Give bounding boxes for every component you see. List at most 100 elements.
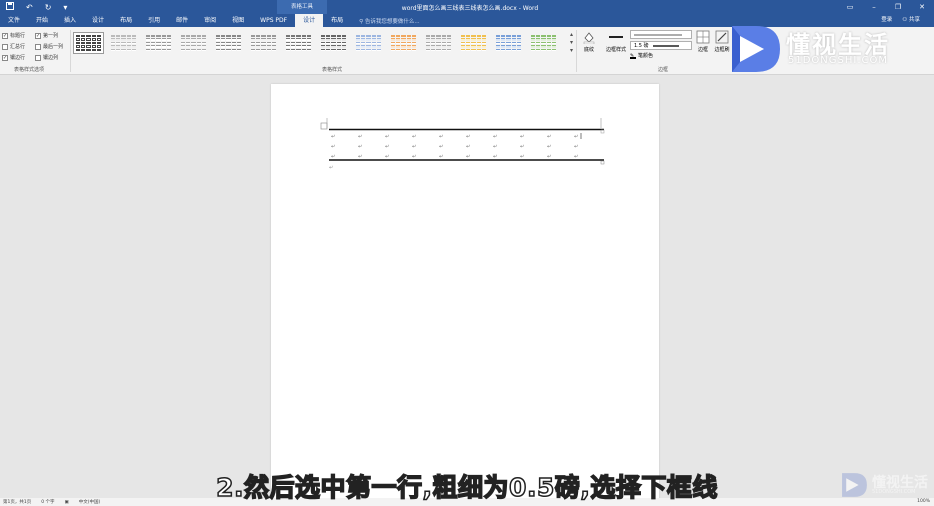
cell-end-mark[interactable]: ↵ [547, 134, 551, 140]
tab-table-layout[interactable]: 布局 [323, 14, 351, 27]
cell-end-mark[interactable]: ↵ [466, 154, 470, 160]
cell-end-mark[interactable]: ↵ [358, 144, 362, 150]
divider [70, 30, 71, 72]
pen-weight-dropdown[interactable]: 1.5 磅 [630, 41, 692, 50]
cell-end-mark[interactable]: ↵ [331, 134, 335, 140]
cell-end-mark[interactable]: ↵ [331, 144, 335, 150]
cell-end-mark[interactable]: ↵ [520, 144, 524, 150]
checkbox-banded-columns[interactable] [35, 54, 41, 61]
cell-end-mark[interactable]: ↵ [412, 134, 416, 140]
cell-end-mark[interactable]: ↵ [439, 144, 443, 150]
tab-mailings[interactable]: 邮件 [168, 14, 196, 27]
tab-wps-pdf[interactable]: WPS PDF [252, 14, 295, 27]
table-style-thumbnail[interactable] [248, 32, 279, 54]
cell-end-mark[interactable]: ↵ [520, 134, 524, 140]
gallery-more-icon[interactable]: ▴ ▾ ▾ [570, 31, 573, 55]
tab-references[interactable]: 引用 [140, 14, 168, 27]
option-banded-rows[interactable]: ✓ 镶边行 [2, 54, 35, 61]
tab-file[interactable]: 文件 [0, 14, 28, 27]
option-last-column[interactable]: 最后一列 [35, 43, 68, 50]
tab-layout[interactable]: 布局 [112, 14, 140, 27]
cell-end-mark[interactable]: ↵ [493, 144, 497, 150]
pen-color-label: 笔颜色 [638, 53, 654, 59]
save-icon[interactable] [6, 2, 14, 12]
ribbon-display-icon[interactable]: ▭ [838, 0, 862, 14]
table-style-thumbnail[interactable] [388, 32, 419, 54]
customize-qat-icon[interactable]: ▾ [63, 3, 67, 12]
cell-end-mark[interactable]: ↵ [574, 134, 578, 140]
window-controls: ▭ – ❐ ✕ [838, 0, 934, 14]
watermark-domain: 51DONGSHI.COM [872, 489, 916, 495]
cell-end-mark[interactable]: ↵ [439, 154, 443, 160]
cell-end-mark[interactable]: ↵ [547, 154, 551, 160]
cell-end-mark[interactable]: ↵ [385, 154, 389, 160]
tell-me-search[interactable]: ⚲ 告诉我您想要做什么... [359, 17, 420, 25]
table-style-thumbnail[interactable] [458, 32, 489, 54]
restore-icon[interactable]: ❐ [886, 0, 910, 14]
cell-end-mark[interactable]: ↵ [520, 154, 524, 160]
divider [576, 30, 577, 72]
cell-end-mark[interactable]: ↵ [547, 144, 551, 150]
table-style-thumbnail[interactable] [423, 32, 454, 54]
option-first-column[interactable]: ✓ 第一列 [35, 32, 68, 39]
checkbox-first-column[interactable]: ✓ [35, 32, 41, 39]
checkbox-banded-rows[interactable]: ✓ [2, 54, 8, 61]
redo-icon[interactable]: ↻ [45, 3, 52, 12]
close-icon[interactable]: ✕ [910, 0, 934, 14]
tab-insert[interactable]: 插入 [56, 14, 84, 27]
option-label: 镶边列 [43, 55, 59, 61]
option-label: 标题行 [10, 33, 26, 39]
cell-end-mark[interactable]: ↵ [493, 134, 497, 140]
resize-handle[interactable] [600, 160, 605, 165]
three-line-table[interactable]: ↵ ↵ ↵ ↵ ↵ ↵ ↵ ↵ ↵ ↵ ↵ ↵ ↵ ↵ ↵ ↵ ↵ ↵ ↵ ↵ ↵ ↵ ↵ ↵ ↵ ↵ ↵ ↵ ↵ ↵ ↵ [271, 84, 659, 184]
border-styles-button[interactable]: 边框样式 [604, 30, 628, 53]
table-style-thumbnail[interactable] [213, 32, 244, 54]
table-style-thumbnail[interactable] [493, 32, 524, 54]
cell-end-mark[interactable]: ↵ [466, 134, 470, 140]
table-style-thumbnail[interactable] [143, 32, 174, 54]
shading-button[interactable]: 底纹 [578, 30, 600, 53]
tab-review[interactable]: 审阅 [196, 14, 224, 27]
document-title: word里面怎么画三线表三线表怎么画.docx - Word [401, 4, 539, 12]
tab-table-design[interactable]: 设计 [295, 14, 324, 27]
option-total-row[interactable]: 汇总行 [2, 43, 35, 50]
pen-style-dropdown[interactable] [630, 30, 692, 39]
document-page[interactable]: ↵ ↵ ↵ ↵ ↵ ↵ ↵ ↵ ↵ ↵ ↵ ↵ ↵ ↵ ↵ ↵ ↵ ↵ ↵ ↵ ↵ ↵ ↵ ↵ ↵ ↵ ↵ ↵ ↵ ↵ ↵ [271, 84, 659, 506]
cell-end-mark[interactable]: ↵ [358, 134, 362, 140]
cell-end-mark[interactable]: ↵ [574, 154, 578, 160]
lightbulb-icon: ⚲ [359, 18, 364, 25]
table-style-thumbnail[interactable] [353, 32, 384, 54]
minimize-icon[interactable]: – [862, 0, 886, 14]
borders-button[interactable]: 边框 [695, 30, 711, 53]
tab-home[interactable]: 开始 [28, 14, 56, 27]
cell-end-mark[interactable]: ↵ [439, 134, 443, 140]
cell-end-mark[interactable]: ↵ [331, 154, 335, 160]
cell-end-mark[interactable]: ↵ [385, 134, 389, 140]
table-style-thumbnail[interactable] [528, 32, 559, 54]
table-style-thumbnail[interactable] [283, 32, 314, 54]
cell-end-mark[interactable]: ↵ [466, 144, 470, 150]
cell-end-mark[interactable]: ↵ [574, 144, 578, 150]
table-style-thumbnail[interactable] [73, 32, 104, 54]
cell-end-mark[interactable]: ↵ [358, 154, 362, 160]
checkbox-last-column[interactable] [35, 43, 41, 50]
option-label: 镶边行 [10, 55, 26, 61]
table-style-thumbnail[interactable] [108, 32, 139, 54]
option-banded-columns[interactable]: 镶边列 [35, 54, 68, 61]
table-move-handle[interactable] [320, 122, 328, 130]
pen-settings: 1.5 磅 ✎ 笔颜色 [630, 30, 692, 59]
table-style-thumbnail[interactable] [318, 32, 349, 54]
cell-end-mark[interactable]: ↵ [412, 144, 416, 150]
tab-view[interactable]: 视图 [224, 14, 252, 27]
cell-end-mark[interactable]: ↵ [493, 154, 497, 160]
cell-end-mark[interactable]: ↵ [412, 154, 416, 160]
table-style-thumbnail[interactable] [178, 32, 209, 54]
tab-design[interactable]: 设计 [84, 14, 112, 27]
undo-icon[interactable]: ↶ [26, 3, 33, 12]
option-header-row[interactable]: ✓ 标题行 [2, 32, 35, 39]
cell-end-mark[interactable]: ↵ [385, 144, 389, 150]
checkbox-header-row[interactable]: ✓ [2, 32, 8, 39]
pen-color-dropdown[interactable]: ✎ 笔颜色 [630, 52, 692, 59]
checkbox-total-row[interactable] [2, 43, 8, 50]
document-area: ↵ ↵ ↵ ↵ ↵ ↵ ↵ ↵ ↵ ↵ ↵ ↵ ↵ ↵ ↵ ↵ ↵ ↵ ↵ ↵ ↵ ↵ ↵ ↵ ↵ ↵ ↵ ↵ ↵ ↵ ↵ [0, 76, 934, 506]
